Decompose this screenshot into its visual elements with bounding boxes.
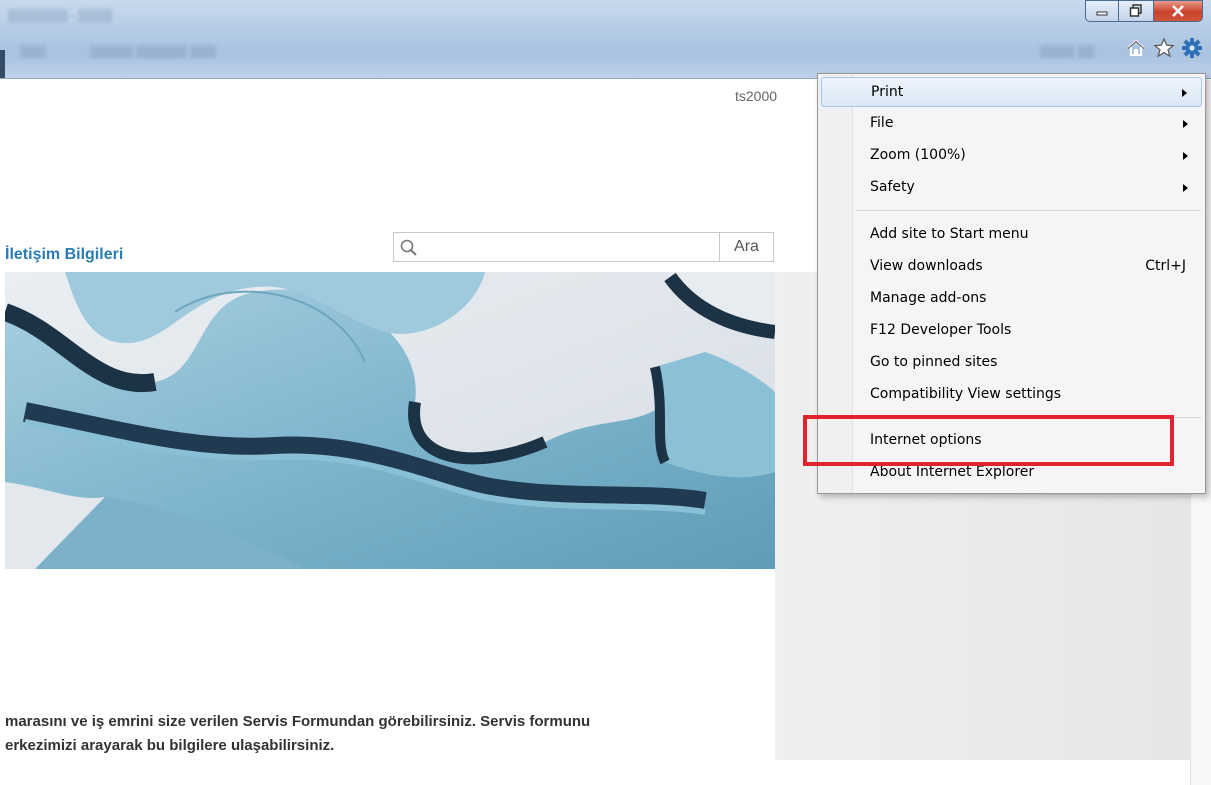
menu-item-file[interactable]: File [821,109,1202,139]
favorites-button[interactable] [1153,37,1175,59]
browser-titlebar: ▒▒▒▒▒▒▒ · ▒▒▒▒ ▒▒▒ ▒▒▒▒▒ ▒▒▒▒▒▒ ▒▒▒ ▒▒▒▒… [0,0,1211,79]
menu-item-view-downloads[interactable]: View downloads Ctrl+J [821,252,1202,282]
menu-item-add-site-to-start-menu[interactable]: Add site to Start menu [821,220,1202,250]
menu-item-label: Safety [870,179,915,195]
home-icon [1127,39,1145,56]
menu-item-label: Print [871,84,904,100]
username-label: ts2000 [735,88,778,104]
menu-item-f12-developer-tools[interactable]: F12 Developer Tools [821,316,1202,346]
search-input[interactable] [424,236,713,260]
search-button[interactable]: Ara [720,233,773,261]
menu-item-print[interactable]: Print [821,77,1202,107]
menu-item-label: File [870,115,894,131]
restore-button[interactable] [1118,0,1154,22]
menu-item-label: F12 Developer Tools [870,322,1012,338]
menu-item-label: Manage add-ons [870,290,987,306]
menu-separator [856,210,1201,211]
info-paragraph: marasını ve iş emrini size verilen Servi… [5,710,590,758]
star-icon [1153,37,1175,58]
menu-item-compatibility-view-settings[interactable]: Compatibility View settings [821,380,1202,410]
search-icon [400,239,417,256]
close-button[interactable] [1153,0,1203,22]
minimize-button[interactable] [1085,0,1119,22]
submenu-arrow-icon [1183,120,1188,128]
window-caption-buttons [1085,0,1203,22]
puzzle-banner-image [5,272,775,569]
close-icon [1172,5,1184,17]
menu-item-label: Go to pinned sites [870,354,998,370]
info-line: erkezimizi arayarak bu bilgilere ulaşabi… [5,737,335,754]
minimize-icon [1096,11,1108,16]
blurred-tab: ▒▒▒▒▒ ▒▒▒▒▒▒ ▒▒▒ [90,44,216,58]
menu-item-manage-add-ons[interactable]: Manage add-ons [821,284,1202,314]
menu-item-zoom[interactable]: Zoom (100%) [821,141,1202,171]
submenu-arrow-icon [1183,184,1188,192]
tools-button[interactable] [1181,37,1203,59]
blurred-tab: ▒▒▒ [20,44,46,58]
home-button[interactable] [1125,37,1147,59]
menu-item-safety[interactable]: Safety [821,173,1202,203]
menu-item-label: Compatibility View settings [870,386,1062,402]
menu-item-label: View downloads [870,258,983,274]
submenu-arrow-icon [1183,152,1188,160]
contact-info-link[interactable]: İletişim Bilgileri [5,246,123,264]
highlight-annotation-box [803,415,1174,466]
window-edge [0,50,5,78]
toolbar-icons [1125,37,1203,59]
restore-icon [1129,4,1142,17]
gear-icon [1182,38,1202,58]
menu-item-label: Zoom (100%) [870,147,966,163]
blurred-window-title: ▒▒▒▒▒▒▒ · ▒▒▒▒ [8,8,113,22]
menu-item-go-to-pinned-sites[interactable]: Go to pinned sites [821,348,1202,378]
search-box: Ara [393,232,774,262]
info-line: marasını ve iş emrini size verilen Servi… [5,713,591,730]
menu-item-label: Add site to Start menu [870,226,1029,242]
submenu-arrow-icon [1182,89,1187,97]
blurred-tab: ▒▒▒▒ ▒▒ [1040,44,1095,58]
menu-item-shortcut: Ctrl+J [1145,258,1186,274]
menu-item-label: About Internet Explorer [870,464,1035,480]
